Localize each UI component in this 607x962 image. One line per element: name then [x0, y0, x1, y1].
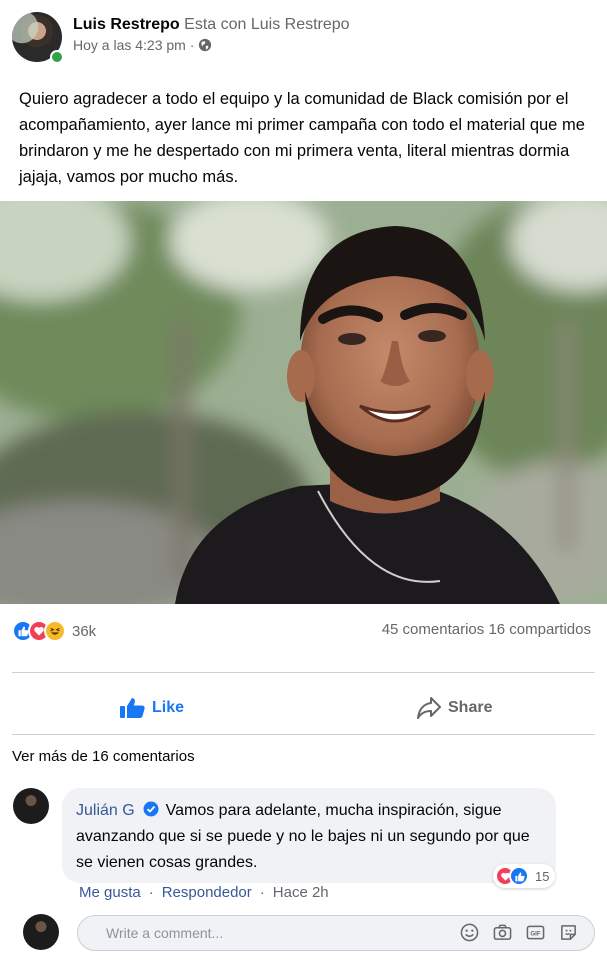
globe-icon [199, 38, 212, 52]
divider-bottom [12, 734, 595, 735]
gif-icon[interactable]: GIF [526, 923, 545, 942]
composer-icons: GIF [460, 923, 578, 942]
camera-icon[interactable] [493, 923, 512, 942]
reactions-summary[interactable]: 36k [12, 618, 96, 644]
online-status-dot [50, 50, 64, 64]
post-header: Luis Restrepo Esta con Luis Restrepo Hoy… [12, 12, 595, 64]
svg-text:GIF: GIF [530, 930, 540, 937]
author-name[interactable]: Luis Restrepo [73, 16, 180, 33]
like-label: Like [152, 699, 185, 716]
thumbs-up-icon [120, 698, 145, 718]
post-body-text: Quiero agradecer a todo el equipo y la c… [19, 90, 585, 186]
sticker-icon[interactable] [559, 923, 578, 942]
like-reaction-icon [509, 866, 529, 886]
author-line: Luis Restrepo Esta con Luis Restrepo [73, 16, 350, 34]
portrait-image [0, 201, 607, 604]
emoji-icon[interactable] [460, 923, 479, 942]
current-user-avatar[interactable] [23, 914, 59, 950]
post-meta: Hoy a las 4:23 pm · [73, 37, 212, 53]
share-label: Share [448, 699, 493, 716]
divider-top [12, 672, 595, 673]
comment-reply-link[interactable]: Respondedor [162, 884, 252, 901]
haha-reaction-icon [44, 620, 66, 642]
comment-actions: Me gusta · Respondedor · Hace 2h [79, 884, 329, 901]
comment-like-link[interactable]: Me gusta [79, 884, 141, 901]
post-photo[interactable] [0, 201, 607, 604]
comment-input-placeholder: Write a comment... [106, 925, 224, 941]
comment-reaction-count: 15 [535, 868, 550, 884]
separator-dot: · [259, 884, 265, 901]
comment-time[interactable]: Hace 2h [273, 884, 329, 901]
share-button[interactable]: Share [416, 690, 492, 726]
comment-input[interactable]: Write a comment... GIF [77, 915, 595, 951]
comment-bubble: Julián G Vamos para adelante, mucha insp… [62, 788, 556, 883]
verified-badge-icon [143, 801, 159, 817]
like-button[interactable]: Like [120, 690, 184, 726]
separator-dot: · [148, 884, 154, 901]
view-more-comments-link[interactable]: Ver más de 16 comentarios [12, 748, 195, 765]
tagged-with-text: Esta con Luis Restrepo [184, 16, 350, 33]
comment-author[interactable]: Julián G [76, 802, 135, 819]
comment-count[interactable]: 45 comentarios [382, 621, 485, 638]
post-stats: 45 comentarios 16 compartidos [382, 621, 591, 638]
post-timestamp[interactable]: Hoy a las 4:23 pm · [73, 37, 194, 53]
share-count[interactable]: 16 compartidos [488, 621, 591, 638]
commenter-avatar[interactable] [13, 788, 49, 824]
reaction-count: 36k [72, 622, 97, 640]
share-arrow-icon [417, 697, 441, 719]
comment-reactions[interactable]: 15 [493, 864, 556, 888]
